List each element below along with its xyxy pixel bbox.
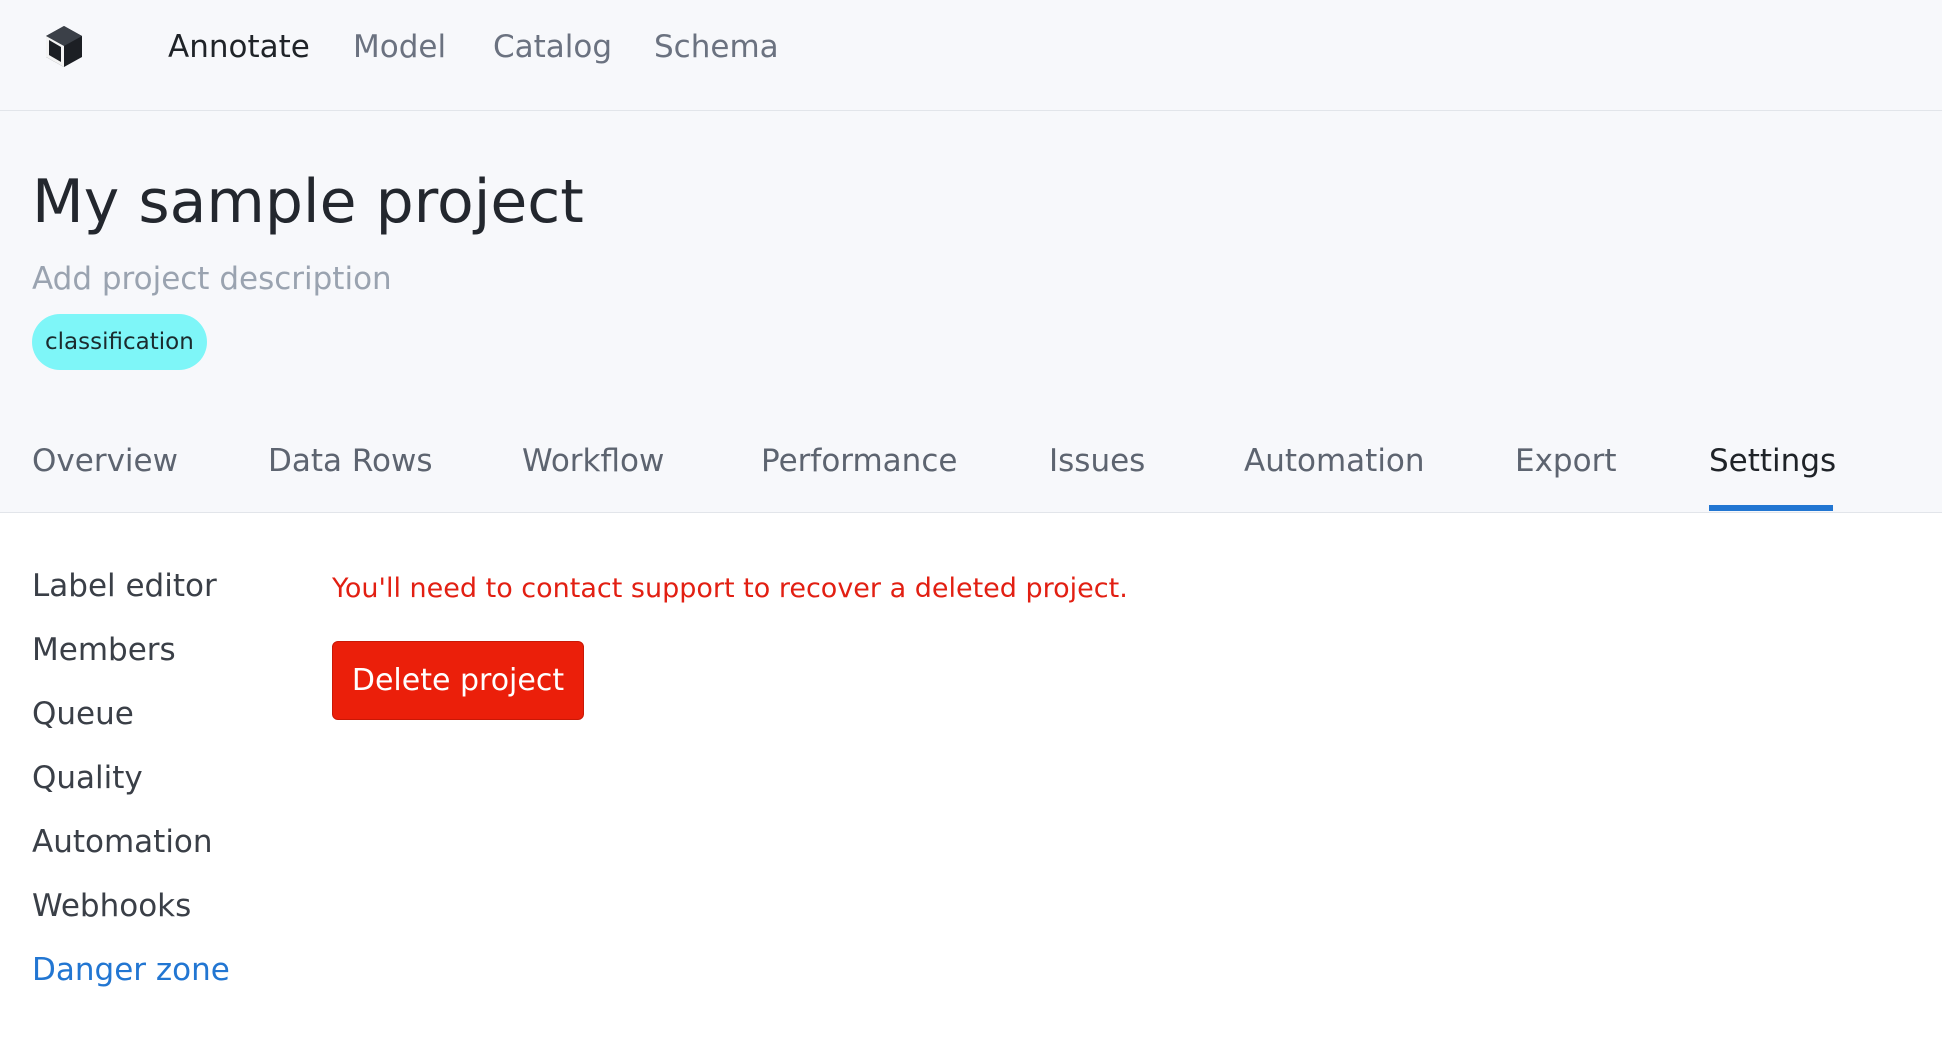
tab-data-rows[interactable]: Data Rows [268,441,433,481]
settings-item-quality[interactable]: Quality [32,758,143,798]
project-description-field[interactable]: Add project description [32,259,392,299]
settings-item-label-editor[interactable]: Label editor [32,566,217,606]
media-type-tag: classification [32,314,207,370]
settings-item-danger-zone[interactable]: Danger zone [32,950,230,990]
settings-item-automation[interactable]: Automation [32,822,213,862]
tab-workflow[interactable]: Workflow [522,441,664,481]
project-title: My sample project [32,167,584,237]
settings-item-webhooks[interactable]: Webhooks [32,886,191,926]
nav-model[interactable]: Model [353,27,446,67]
tab-export[interactable]: Export [1515,441,1616,481]
delete-warning-text: You'll need to contact support to recove… [332,573,1128,604]
delete-project-button[interactable]: Delete project [332,641,584,720]
settings-item-members[interactable]: Members [32,630,176,670]
nav-annotate[interactable]: Annotate [168,27,310,67]
tab-performance[interactable]: Performance [761,441,957,481]
project-header: My sample project Add project descriptio… [0,111,1942,513]
tab-settings[interactable]: Settings [1709,441,1836,481]
tab-automation[interactable]: Automation [1244,441,1425,481]
tab-overview[interactable]: Overview [32,441,178,481]
tab-issues[interactable]: Issues [1049,441,1145,481]
cube-logo-icon[interactable] [44,24,84,68]
nav-schema[interactable]: Schema [654,27,779,67]
nav-catalog[interactable]: Catalog [493,27,612,67]
active-tab-indicator [1709,505,1833,511]
top-navigation-bar: Annotate Model Catalog Schema [0,0,1942,111]
settings-item-queue[interactable]: Queue [32,694,134,734]
